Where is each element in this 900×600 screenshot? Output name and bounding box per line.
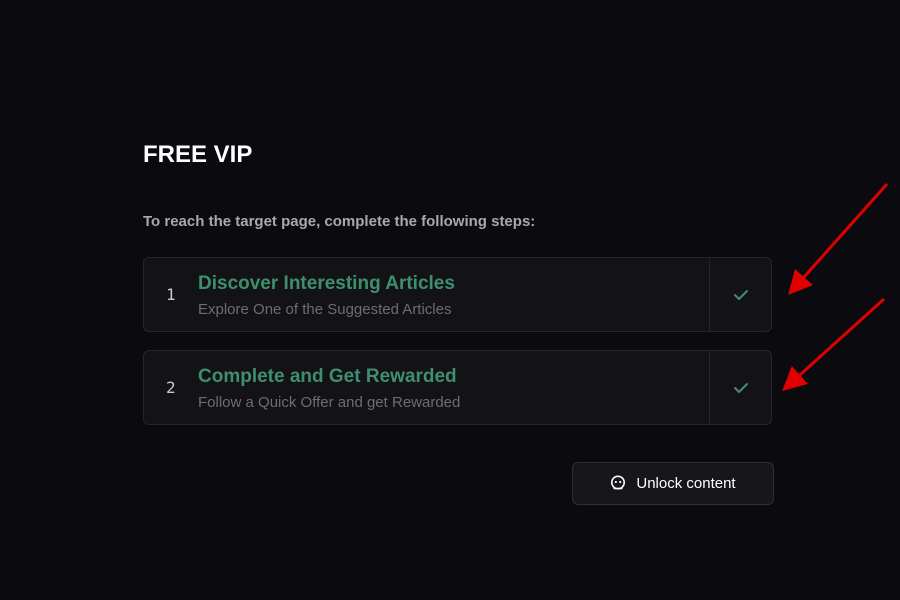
annotation-arrows — [782, 183, 889, 392]
annotation-arrow-2 — [782, 297, 886, 392]
annotation-arrow-1 — [788, 183, 889, 295]
free-vip-page: FREE VIP To reach the target page, compl… — [0, 0, 900, 600]
